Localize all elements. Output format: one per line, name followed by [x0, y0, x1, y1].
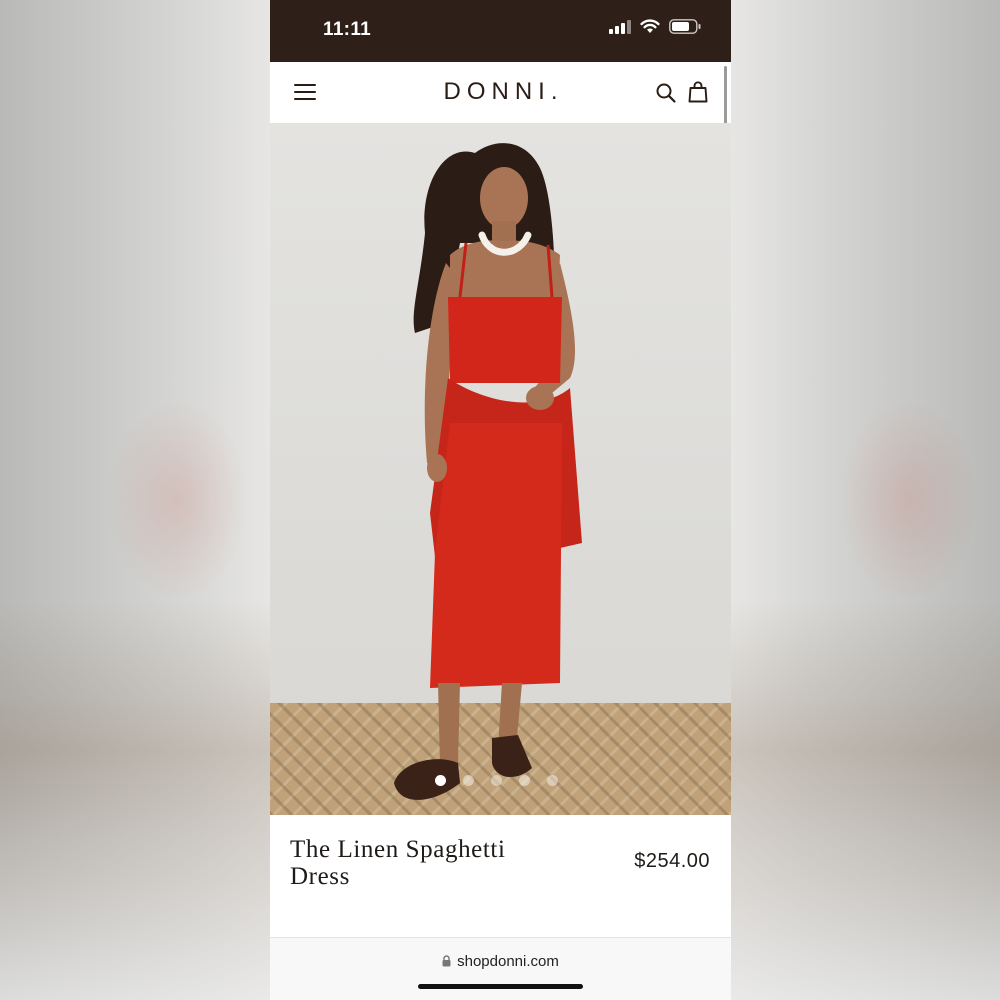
lock-icon [442, 955, 451, 967]
background-blur-left [0, 0, 270, 1000]
status-time: 11:11 [323, 19, 371, 40]
carousel-dot[interactable] [519, 775, 530, 786]
wifi-icon [640, 19, 660, 33]
home-indicator[interactable] [418, 984, 583, 989]
carousel-dot[interactable] [435, 775, 446, 786]
url-text: shopdonni.com [457, 953, 559, 970]
url-display[interactable]: shopdonni.com [270, 953, 731, 970]
browser-address-bar[interactable]: shopdonni.com [270, 937, 731, 1000]
status-icons [609, 19, 701, 34]
carousel-dot[interactable] [547, 775, 558, 786]
carousel-dots [435, 775, 558, 786]
model-red-dress-photo [394, 143, 582, 800]
product-image-carousel[interactable] [270, 123, 731, 815]
phone-screen: 11:11 DONNI. The Linen Spaghetti Dress $… [270, 0, 731, 1000]
shopping-bag-icon[interactable] [688, 81, 708, 103]
battery-icon [669, 19, 701, 34]
search-icon[interactable] [655, 82, 677, 104]
site-header: DONNI. [270, 62, 731, 124]
carousel-dot[interactable] [491, 775, 502, 786]
background-blur-right [730, 0, 1000, 1000]
carousel-dot[interactable] [463, 775, 474, 786]
signal-icon [609, 19, 631, 34]
product-price: $254.00 [634, 850, 710, 872]
status-bar: 11:11 [270, 0, 731, 62]
product-title: The Linen Spaghetti Dress [290, 836, 506, 890]
